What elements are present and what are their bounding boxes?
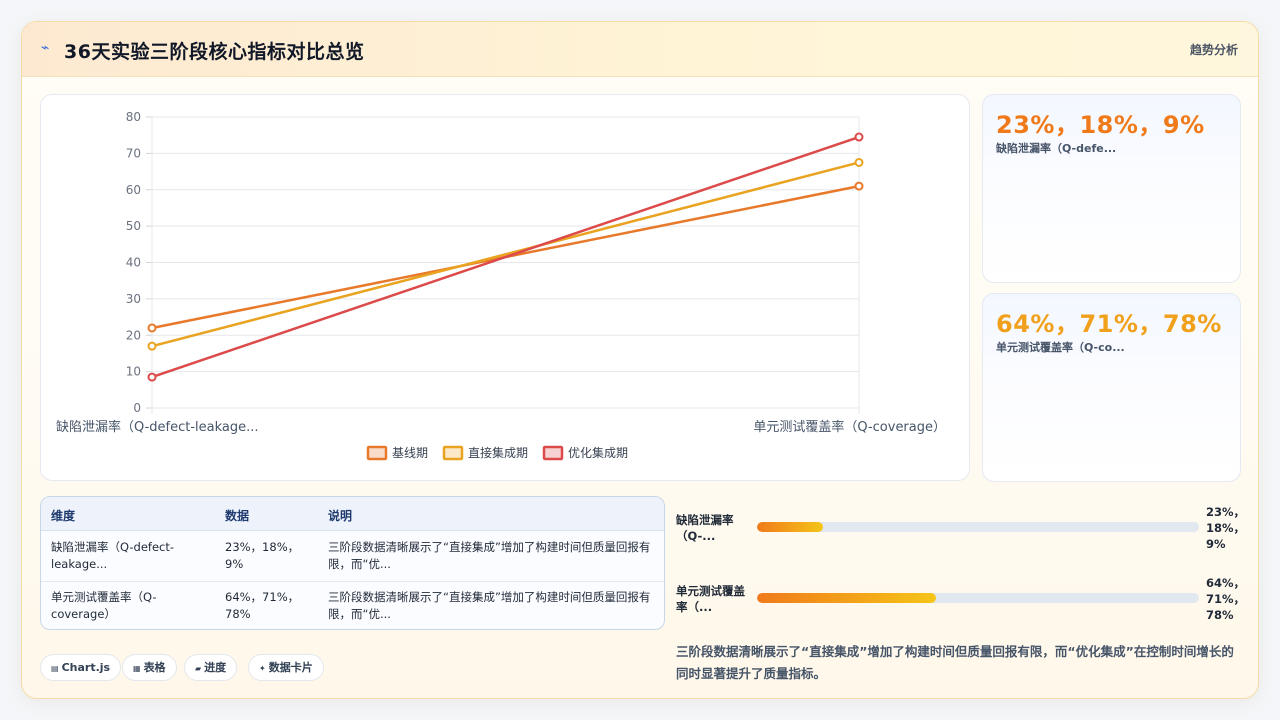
y-tick-label: 20 [126,328,141,342]
chip-label: 表格 [143,661,166,674]
table-row: 缺陷泄漏率（Q-defect-leakage... 23%，18%，9% 三阶段… [41,531,664,581]
progress-value: 23%，18%，9% [1206,505,1246,551]
progress-label: 单元测试覆盖率（... [676,584,745,614]
chip-label: 数据卡片 [268,661,313,674]
table-icon: ▦ [133,664,141,673]
kpi-card-coverage: 64%，71%，78% 单元测试覆盖率（Q-co... [982,293,1241,482]
data-point [147,323,157,333]
column-header-dimension: 维度 [51,509,76,523]
cell-data: 64%，71%，78% [225,590,300,621]
dashboard-card: ⌁ 36天实验三阶段核心指标对比总览 趋势分析 0 10 20 30 40 50 60 70 8… [21,21,1259,699]
summary-text: 三阶段数据清晰展示了“直接集成”增加了构建时间但质量回报有限，而“优化集成”在控… [676,644,1234,681]
y-tick-label: 60 [126,183,141,197]
page-title: 36天实验三阶段核心指标对比总览 [64,41,365,63]
data-point [854,157,864,167]
chip-chartjs[interactable]: ▤ Chart.js [40,654,122,681]
legend-label: 优化集成期 [568,445,628,460]
data-table: 维度 数据 说明 缺陷泄漏率（Q-defect-leakage... 23%，1… [40,496,665,630]
data-point [854,132,864,142]
y-tick-label: 70 [126,146,141,160]
kpi-value: 23%，18%，9% [996,111,1205,139]
sparkle-icon: ✦ [259,664,266,673]
progress-value: 64%，71%，78% [1206,576,1246,622]
data-point [147,372,157,382]
kpi-label: 单元测试覆盖率（Q-co... [996,341,1125,354]
y-tick-label: 0 [133,401,141,415]
y-tick-label: 80 [126,110,141,124]
progress-fill [757,593,937,603]
progress-fill [757,522,824,532]
x-tick-label: 单元测试覆盖率（Q-coverage） [753,419,946,435]
column-header-data: 数据 [225,509,250,523]
y-tick-label: 10 [126,365,141,379]
progress-icon: ▰ [195,664,202,673]
section-tag: 趋势分析 [1189,43,1238,57]
chip-progress[interactable]: ▰ 进度 [184,654,238,681]
series-line [151,135,860,379]
chip-label: Chart.js [61,661,111,674]
table-header: 维度 数据 说明 [41,497,664,531]
kpi-card-defect-leakage: 23%，18%，9% 缺陷泄漏率（Q-defe... [982,94,1241,283]
kpi-value: 64%，71%，78% [996,310,1222,338]
progress-track [757,522,1199,532]
data-point [147,341,157,351]
legend-label: 基线期 [392,446,428,460]
legend-swatch [366,445,388,461]
x-tick-label: 缺陷泄漏率（Q-defect-leakage... [56,419,259,435]
header: ⌁ 36天实验三阶段核心指标对比总览 趋势分析 [22,22,1258,77]
legend-label: 直接集成期 [468,445,528,460]
chip-data-card[interactable]: ✦ 数据卡片 [248,654,324,681]
cell-description: 三阶段数据清晰展示了“直接集成”增加了构建时间但质量回报有限，而“优... [328,540,651,571]
column-header-description: 说明 [328,509,353,523]
line-chart-panel: 0 10 20 30 40 50 60 70 80 缺陷泄漏率（Q-defect-leakage.… [40,94,970,481]
chart-icon: ▤ [51,664,59,673]
progress-label: 缺陷泄漏率（Q-... [676,513,734,543]
trend-icon: ⌁ [41,40,50,56]
data-point [854,181,864,191]
cell-description: 三阶段数据清晰展示了“直接集成”增加了构建时间但质量回报有限，而“优... [328,590,651,621]
table-row: 单元测试覆盖率（Q-coverage） 64%，71%，78% 三阶段数据清晰展… [41,581,664,629]
y-tick-label: 40 [126,256,141,270]
legend-swatch [442,445,464,461]
chip-label: 进度 [204,661,227,674]
cell-dimension: 缺陷泄漏率（Q-defect-leakage... [51,540,175,571]
chip-table[interactable]: ▦ 表格 [122,654,177,681]
y-tick-label: 50 [126,219,141,233]
y-tick-label: 30 [126,292,141,306]
cell-dimension: 单元测试覆盖率（Q-coverage） [51,590,157,621]
legend-swatch [542,445,564,461]
kpi-label: 缺陷泄漏率（Q-defe... [996,142,1117,155]
line-chart: 0 10 20 30 40 50 60 70 80 缺陷泄漏率（Q-defect-leakage.… [56,110,946,461]
cell-data: 23%，18%，9% [225,540,300,571]
progress-track [757,593,1199,603]
